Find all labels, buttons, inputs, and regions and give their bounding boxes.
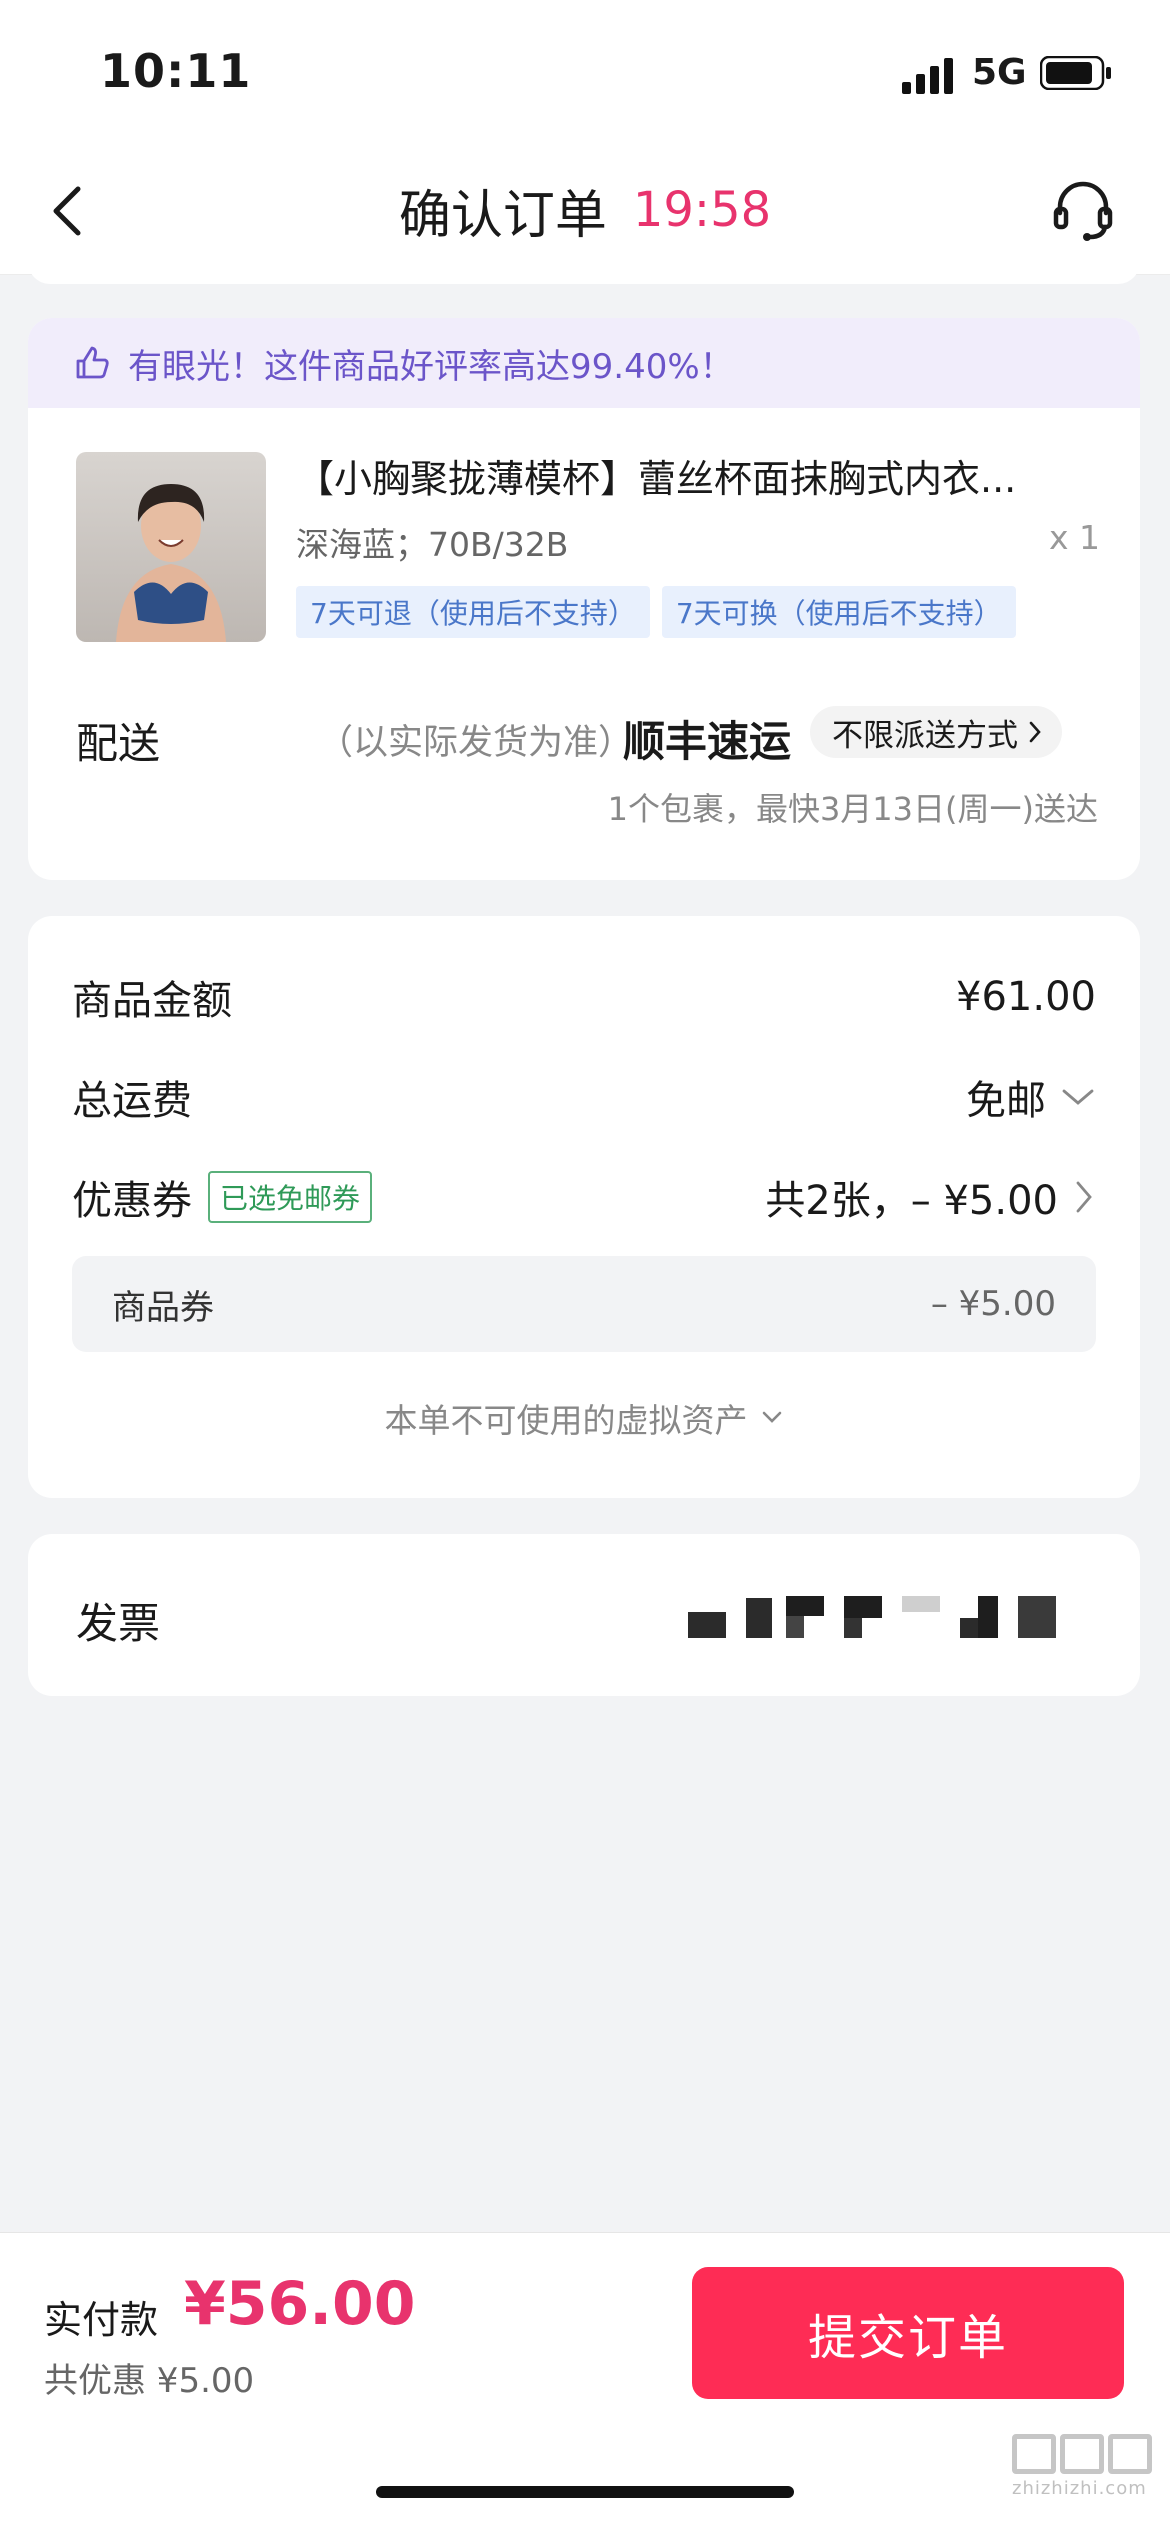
chevron-down-icon — [762, 1411, 781, 1423]
coupon-row[interactable]: 优惠券 已选免邮券 共2张，– ¥5.00 — [72, 1168, 1096, 1226]
chevron-right-icon — [1076, 1181, 1092, 1213]
nav-title-group: 确认订单 19:58 — [0, 175, 1170, 246]
watermark-url: zhizhizhi.com — [1012, 2478, 1147, 2499]
delivery-carrier: 顺丰速运 — [623, 717, 792, 766]
goods-amount-label: 商品金额 — [72, 978, 232, 1024]
delivery-method-button[interactable]: 不限派送方式 — [810, 706, 1062, 758]
exchange-tag: 7天可换（使用后不支持） — [661, 586, 1016, 638]
goods-coupon-value: – ¥5.00 — [930, 1284, 1056, 1324]
product-spec: 深海蓝；70B/32B — [296, 525, 569, 564]
submit-order-button[interactable]: 提交订单 — [692, 2267, 1124, 2399]
goods-amount-value: ¥61.00 — [956, 974, 1096, 1020]
unusable-assets-label: 本单不可使用的虚拟资产 — [384, 1401, 748, 1440]
watermark: zhizhizhi.com — [1012, 2434, 1162, 2499]
pay-label: 实付款 — [44, 2298, 159, 2342]
coupon-label: 优惠券 — [72, 1178, 192, 1224]
coupon-badge: 已选免邮券 — [208, 1171, 373, 1223]
unusable-assets-toggle[interactable]: 本单不可使用的虚拟资产 — [28, 1394, 1140, 1442]
delivery-eta: 1个包裹，最快3月13日(周一)送达 — [607, 790, 1098, 828]
praise-text: 有眼光！这件商品好评率高达99.40%！ — [128, 346, 734, 387]
status-time: 10:11 — [100, 44, 252, 98]
pay-amount: ¥56.00 — [184, 2269, 416, 2339]
thumbs-up-icon — [76, 346, 109, 379]
goods-coupon-label: 商品券 — [112, 1287, 214, 1328]
shipping-row[interactable]: 总运费 免邮 — [72, 1068, 1096, 1126]
status-bar: 10:11 5G — [0, 0, 1170, 145]
service-tags: 7天可退（使用后不支持） 7天可换（使用后不支持） — [296, 586, 1016, 638]
product-title[interactable]: 【小胸聚拢薄模杯】蕾丝杯面抹胸式内衣... — [296, 448, 1096, 503]
invoice-value-pixelated — [688, 1596, 1056, 1638]
countdown-timer: 19:58 — [632, 182, 772, 238]
customer-service-icon[interactable] — [1048, 175, 1118, 245]
goods-amount-row: 商品金额 ¥61.00 — [72, 968, 1096, 1026]
delivery-label: 配送 — [76, 719, 161, 768]
chevron-right-icon — [1029, 721, 1041, 743]
total-discount: 共优惠 ¥5.00 — [44, 2361, 255, 2401]
shipping-label: 总运费 — [72, 1078, 192, 1124]
coupon-value-group: 共2张，– ¥5.00 — [765, 1168, 1096, 1226]
delivery-method-label: 不限派送方式 — [832, 717, 1018, 754]
product-image[interactable] — [76, 452, 266, 642]
coupon-value: 共2张，– ¥5.00 — [765, 1178, 1058, 1224]
shipping-value-group: 免邮 — [966, 1068, 1096, 1126]
home-indicator[interactable] — [376, 2486, 794, 2498]
product-quantity: x 1 — [1048, 518, 1100, 557]
price-card: 商品金额 ¥61.00 总运费 免邮 优惠券 已选免邮券 共2张，– ¥5.00… — [28, 916, 1140, 1498]
return-tag: 7天可退（使用后不支持） — [296, 586, 650, 638]
invoice-card[interactable]: 发票 — [28, 1534, 1140, 1696]
signal-icon — [902, 58, 953, 94]
delivery-note: （以实际发货为准） — [318, 723, 634, 763]
invoice-label: 发票 — [76, 1599, 161, 1648]
praise-banner: 有眼光！这件商品好评率高达99.40%！ — [28, 318, 1140, 408]
watermark-logo — [1012, 2434, 1162, 2474]
nav-bar: 确认订单 19:58 — [0, 145, 1170, 275]
page-title: 确认订单 — [398, 185, 607, 246]
goods-coupon-detail: 商品券 – ¥5.00 — [72, 1256, 1096, 1352]
network-label: 5G — [972, 52, 1027, 93]
chevron-down-icon — [1062, 1089, 1094, 1105]
product-card: 有眼光！这件商品好评率高达99.40%！ 【小胸聚拢薄模杯】蕾丝杯面抹胸式内衣.… — [28, 318, 1140, 880]
shipping-value: 免邮 — [966, 1078, 1046, 1124]
battery-icon — [1040, 56, 1111, 90]
previous-card-edge — [28, 262, 1140, 284]
